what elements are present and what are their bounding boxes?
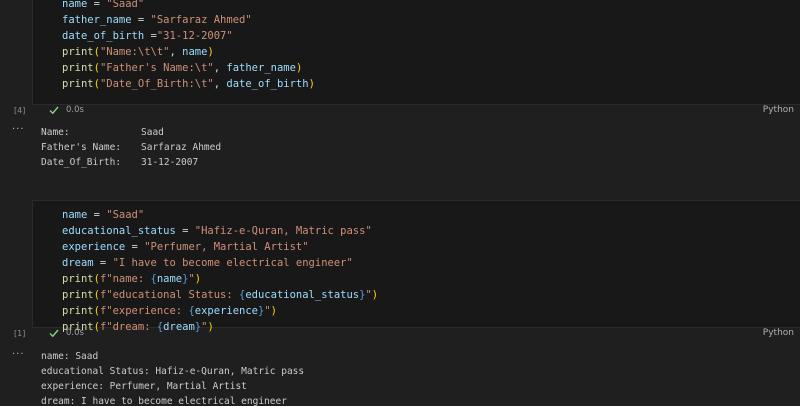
code-line[interactable]: print("Father's Name:\t", father_name) bbox=[62, 60, 315, 76]
code-token: print bbox=[62, 78, 94, 90]
output-value: Saad bbox=[141, 127, 164, 138]
code-token: f"educational Status: bbox=[99, 289, 240, 301]
output-value: Sarfaraz Ahmed bbox=[141, 142, 222, 153]
code-line[interactable]: name = "Saad" bbox=[62, 207, 378, 223]
code-token: ) bbox=[371, 289, 379, 301]
code-token: = bbox=[175, 225, 195, 237]
code-token: name bbox=[62, 0, 88, 10]
code-token: = bbox=[131, 14, 151, 26]
language-selector[interactable]: Python bbox=[763, 105, 794, 115]
code-token: "Name:\t\t" bbox=[99, 46, 170, 58]
code-token: ) bbox=[308, 78, 315, 90]
code-token: ) bbox=[207, 46, 214, 58]
code-line[interactable]: name = "Saad" bbox=[62, 0, 315, 12]
code-token: print bbox=[62, 273, 94, 285]
code-token: "I have to become electrical engineer" bbox=[112, 257, 353, 269]
output-line: name: Saad bbox=[41, 351, 99, 362]
code-token: "Hafiz-e-Quran, Matric pass" bbox=[194, 225, 372, 237]
cell-1-status-bar: [4] 0.0s Python bbox=[0, 103, 800, 121]
code-token: f"name: bbox=[99, 273, 151, 285]
code-token: , bbox=[169, 46, 183, 58]
code-token: = bbox=[87, 0, 107, 10]
code-editor[interactable]: name = "Saad" father_name = "Sarfaraz Ahm… bbox=[62, 0, 315, 92]
code-token: "Saad" bbox=[106, 0, 145, 10]
code-token: ) bbox=[270, 305, 277, 317]
code-token: "Perfumer, Martial Artist" bbox=[144, 241, 309, 253]
code-token: date_of_birth bbox=[226, 78, 309, 90]
execution-time: 0.0s bbox=[66, 328, 84, 338]
language-selector[interactable]: Python bbox=[763, 328, 794, 338]
more-icon[interactable]: ··· bbox=[12, 124, 25, 135]
code-token: "Sarfaraz Ahmed" bbox=[150, 14, 252, 26]
code-token: ) bbox=[194, 273, 202, 285]
code-cell-1[interactable]: name = "Saad" father_name = "Sarfaraz Ahm… bbox=[32, 0, 800, 105]
cell-1-output: Name: Saad Father's Name: Sarfaraz Ahmed Dat… bbox=[41, 125, 221, 170]
code-token: = bbox=[144, 30, 157, 42]
code-token: print bbox=[62, 305, 94, 317]
code-token: name bbox=[182, 46, 208, 58]
code-line[interactable]: dream = "I have to become electrical eng… bbox=[62, 255, 378, 271]
cell-2-status-bar: [1] 0.0s Python bbox=[0, 326, 800, 344]
code-line[interactable]: print(f"educational Status: {educational… bbox=[62, 287, 378, 303]
code-token: name bbox=[62, 209, 88, 221]
code-token: "Saad" bbox=[106, 209, 145, 221]
code-token: "Date_Of_Birth:\t" bbox=[99, 78, 214, 90]
code-token: educational_status bbox=[62, 225, 176, 237]
code-line[interactable]: print(f"experience: {experience}") bbox=[62, 303, 378, 319]
output-line: experience: Perfumer, Martial Artist bbox=[41, 381, 247, 392]
code-token: ) bbox=[295, 62, 303, 74]
code-token: print bbox=[62, 46, 94, 58]
code-token: = bbox=[93, 257, 113, 269]
code-token: = bbox=[125, 241, 145, 253]
code-token: f"experience: bbox=[99, 305, 189, 317]
code-token: experience bbox=[194, 305, 258, 317]
code-token: = bbox=[87, 209, 107, 221]
code-line[interactable]: educational_status = "Hafiz-e-Quran, Mat… bbox=[62, 223, 378, 239]
code-line[interactable]: father_name = "Sarfaraz Ahmed" bbox=[62, 12, 315, 28]
code-editor[interactable]: name = "Saad" educational_status = "Hafiz… bbox=[62, 207, 378, 335]
output-line: Father's Name: Sarfaraz Ahmed bbox=[41, 140, 221, 155]
execution-time: 0.0s bbox=[66, 105, 84, 115]
more-icon[interactable]: ··· bbox=[12, 349, 25, 360]
code-token: dream bbox=[62, 257, 94, 269]
code-line[interactable]: print(f"name: {name}") bbox=[62, 271, 378, 287]
code-cell-2[interactable]: name = "Saad" educational_status = "Hafiz… bbox=[32, 200, 800, 333]
output-line: dream: I have to become electrical engin… bbox=[41, 396, 287, 406]
output-line: Date_Of_Birth: 31-12-2007 bbox=[41, 155, 221, 170]
cell-2-output: name: Saad educational Status: Hafiz-e-Qu… bbox=[41, 349, 304, 406]
output-label: Date_Of_Birth: bbox=[41, 157, 122, 168]
check-icon bbox=[49, 106, 59, 115]
code-line[interactable]: print("Name:\t\t", name) bbox=[62, 44, 315, 60]
execution-count: [4] bbox=[14, 106, 26, 115]
code-token: experience bbox=[62, 241, 126, 253]
code-token: father_name bbox=[62, 14, 132, 26]
code-token: "Father's Name:\t" bbox=[99, 62, 214, 74]
code-line[interactable]: print("Date_Of_Birth:\t", date_of_birth) bbox=[62, 76, 315, 92]
code-token: print bbox=[62, 289, 94, 301]
code-token: print bbox=[62, 62, 94, 74]
check-icon bbox=[49, 329, 59, 338]
execution-count: [1] bbox=[14, 329, 26, 338]
output-line: educational Status: Hafiz-e-Quran, Matri… bbox=[41, 366, 305, 377]
output-line: Name: Saad bbox=[41, 125, 221, 140]
code-token: "31-12-2007" bbox=[156, 30, 233, 42]
code-token: name bbox=[156, 273, 183, 285]
output-value: 31-12-2007 bbox=[141, 157, 199, 168]
code-token: educational_status bbox=[245, 289, 360, 301]
code-token: date_of_birth bbox=[62, 30, 145, 42]
output-label: Name: bbox=[41, 127, 70, 138]
code-line[interactable]: experience = "Perfumer, Martial Artist" bbox=[62, 239, 378, 255]
notebook: name = "Saad" father_name = "Sarfaraz Ahm… bbox=[0, 0, 800, 406]
output-label: Father's Name: bbox=[41, 142, 122, 153]
code-token: , bbox=[213, 78, 227, 90]
code-token: father_name bbox=[226, 62, 296, 74]
code-line[interactable]: date_of_birth ="31-12-2007" bbox=[62, 28, 315, 44]
code-token: , bbox=[213, 62, 227, 74]
